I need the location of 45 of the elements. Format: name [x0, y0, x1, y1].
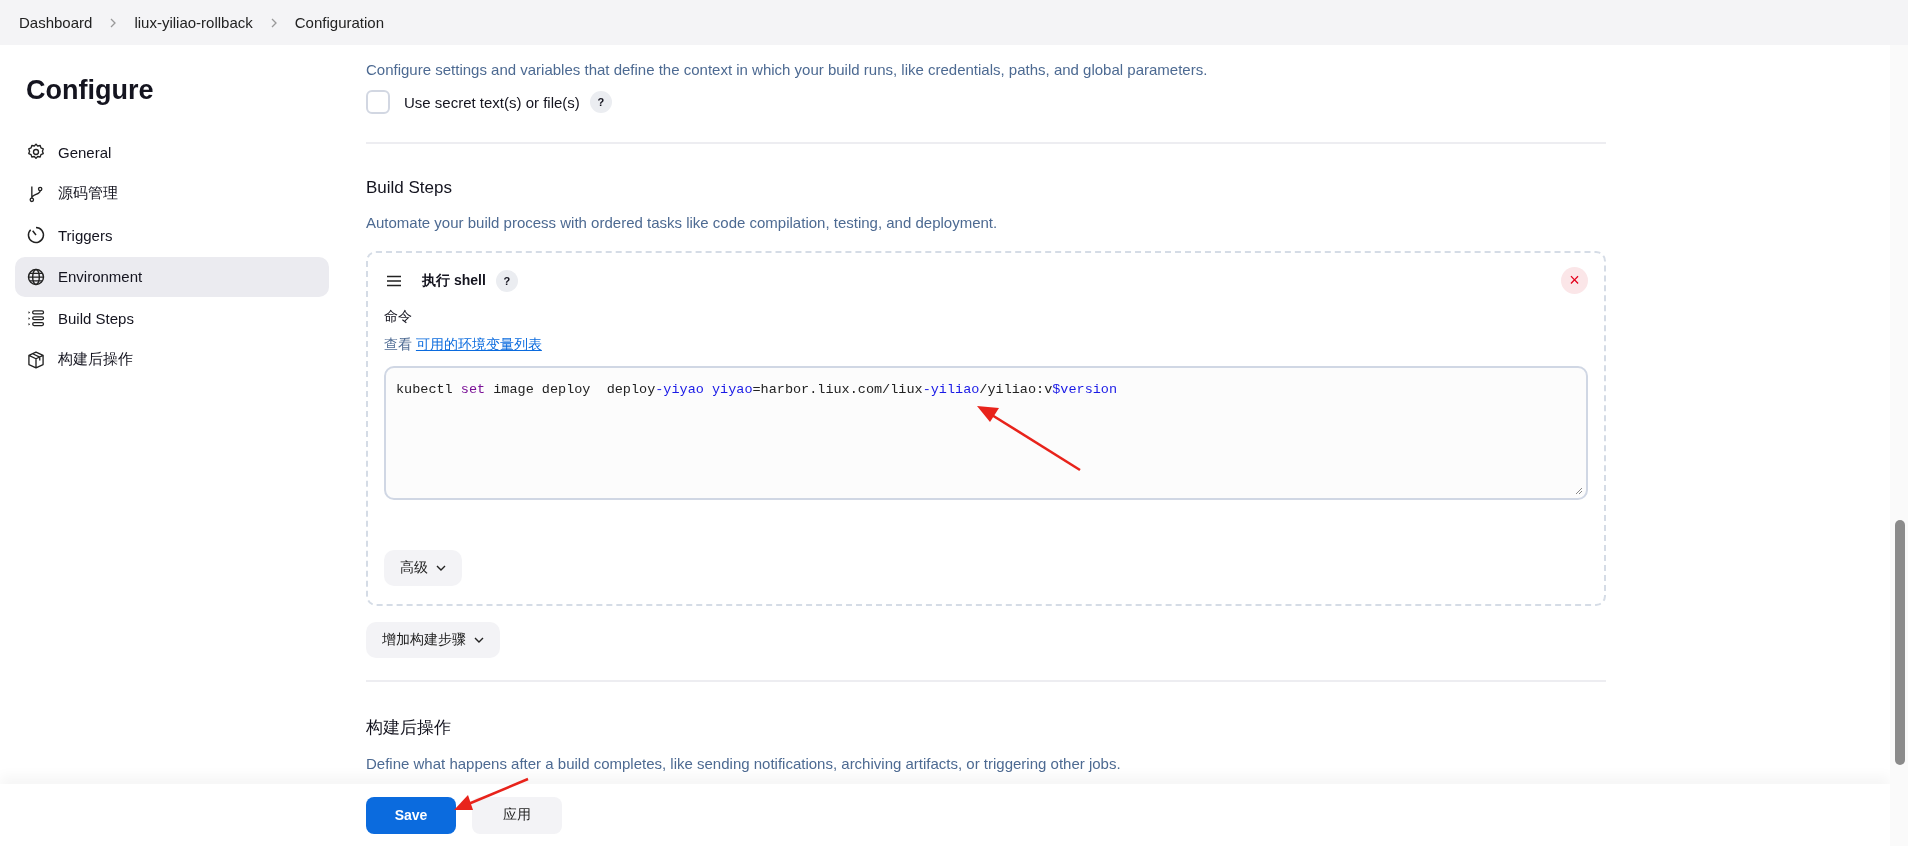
command-field[interactable]: kubectl set image deploy deploy-yiyao yiyao=harbor.liux.com/liux-yiliao/yiliao:v$version	[384, 366, 1588, 500]
sidebar-item-label: General	[58, 143, 112, 161]
section-description: Define what happens after a build completes, like sending notifications, archiving artifacts, or triggering other jobs.	[366, 755, 1122, 772]
sidebar-item[interactable]: Environment	[15, 256, 329, 297]
sidebar-item[interactable]: Triggers	[15, 215, 329, 255]
list-icon	[26, 308, 46, 328]
checkbox-label: Use secret text(s) or file(s)	[404, 93, 580, 111]
sidebar-item-label: Build Steps	[58, 309, 134, 327]
section-description: Configure settings and variables that define the context in which your build runs, like credentials, paths, and global parameters.	[366, 61, 1209, 78]
breadcrumb-link[interactable]: liux-yiliao-rollback	[134, 14, 253, 31]
sidebar-item[interactable]: Build Steps	[15, 298, 329, 338]
caret-icon	[474, 637, 484, 643]
drag-handle-icon[interactable]	[386, 274, 402, 287]
breadcrumb-link[interactable]: Dashboard	[19, 14, 93, 31]
apply-button[interactable]: 应用	[472, 796, 562, 834]
field-label: 命令	[384, 308, 413, 326]
settings-icon	[26, 142, 46, 162]
step-title: 执行 shell	[422, 271, 486, 290]
sidebar-item[interactable]: General	[15, 132, 329, 172]
env-vars-link[interactable]: 可用的环境变量列表	[415, 336, 542, 352]
help-button[interactable]: ?	[589, 91, 612, 113]
sidebar-item-label: 源码管理	[58, 184, 118, 203]
sidebar-item[interactable]: 源码管理	[15, 173, 329, 214]
help-button[interactable]: ?	[495, 269, 518, 292]
hint-text: 查看	[384, 336, 412, 352]
caret-icon	[436, 565, 446, 571]
section-title: Build Steps	[366, 178, 453, 198]
resize-handle-icon[interactable]	[1575, 487, 1583, 495]
globe-icon	[26, 266, 46, 287]
section-title: 构建后操作	[366, 717, 452, 739]
sidebar-item-label: 构建后操作	[58, 350, 133, 369]
close-button[interactable]: ×	[1561, 267, 1588, 294]
breadcrumb-link[interactable]: Configuration	[294, 14, 384, 31]
section-description: Automate your build process with ordered tasks like code compilation, testing, and deployment.	[366, 214, 999, 231]
sidebar-item-label: Environment	[58, 268, 143, 285]
timer-icon	[26, 225, 46, 245]
page-title: Configure	[26, 75, 155, 106]
checkbox[interactable]	[366, 90, 390, 114]
save-button[interactable]: Save	[366, 796, 456, 834]
advanced-button[interactable]: 高级	[384, 550, 462, 586]
sidebar-item[interactable]: 构建后操作	[15, 339, 329, 380]
package-icon	[26, 349, 46, 370]
add-build-step-button[interactable]: 增加构建步骤	[366, 622, 500, 658]
sidebar-item-label: Triggers	[58, 226, 113, 244]
scrollbar-thumb[interactable]	[1895, 520, 1905, 765]
